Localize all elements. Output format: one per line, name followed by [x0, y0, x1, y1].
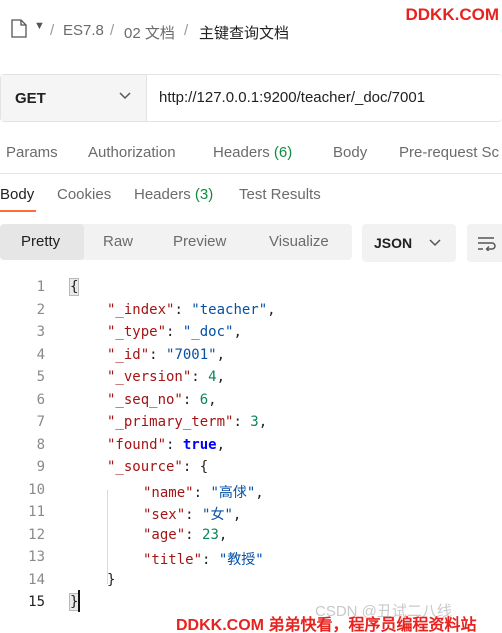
code-line: 8 "found": true,	[36, 436, 226, 453]
line-number: 14	[28, 571, 45, 588]
view-pretty-button[interactable]: Pretty	[21, 233, 60, 250]
line-number: 1	[36, 279, 45, 295]
code-line: 6 "_seq_no": 6,	[36, 391, 217, 408]
tab-body[interactable]: Body	[333, 144, 367, 161]
line-number: 13	[28, 549, 45, 565]
json-string-value: "7001"	[166, 346, 217, 363]
code-line: 12 "age": 23,	[28, 526, 228, 543]
line-number: 15	[28, 594, 45, 610]
line-number: 4	[36, 346, 45, 363]
wrap-lines-button[interactable]	[467, 224, 502, 262]
document-icon[interactable]	[11, 19, 27, 38]
breadcrumb-current-request[interactable]: 主键查询文档	[199, 22, 289, 43]
json-key: "_primary_term"	[107, 414, 234, 430]
json-key: "age"	[143, 526, 186, 543]
response-tab-headers[interactable]: Headers (3)	[134, 186, 213, 203]
json-number-value: 6	[199, 391, 209, 408]
watermark-top: DDKK.COM	[405, 5, 500, 24]
response-tab-body[interactable]: Body	[0, 186, 34, 203]
code-line: 3 "_type": "_doc",	[36, 324, 242, 340]
json-number-value: 23	[202, 526, 219, 543]
json-object-close: }	[107, 571, 116, 588]
code-line: 2 "_index": "teacher",	[36, 301, 276, 318]
url-bar: GET http://127.0.0.1:9200/teacher/_doc/7…	[0, 74, 502, 122]
code-line: 1 {	[0, 276, 502, 298]
tab-headers[interactable]: Headers (6)	[213, 144, 292, 161]
json-key: "found"	[107, 436, 167, 453]
json-open-brace: {	[68, 278, 80, 296]
json-key: "name"	[143, 484, 194, 501]
line-number: 12	[28, 526, 45, 543]
json-string-value: "高俅"	[210, 484, 256, 501]
code-line: 14 }	[0, 569, 502, 591]
watermark-bottom: DDKK.COM 弟弟快看，程序员编程资料站	[176, 617, 477, 633]
json-key: "_source"	[107, 459, 183, 475]
code-line: 13 "title": "教授"	[28, 549, 264, 568]
code-line: 9 "_source": {	[36, 459, 209, 475]
view-raw-button[interactable]: Raw	[103, 233, 133, 250]
response-tab-headers-label: Headers	[134, 186, 191, 203]
json-string-value: "_doc"	[182, 324, 234, 340]
tab-headers-label: Headers	[213, 144, 270, 161]
headers-count-badge: (6)	[273, 144, 293, 161]
line-number: 10	[28, 481, 45, 498]
json-string-value: "teacher"	[191, 301, 268, 318]
line-number: 11	[28, 504, 45, 520]
code-line: 11 "sex": "女",	[28, 504, 242, 523]
divider	[0, 173, 502, 174]
code-line: 7 "_primary_term": 3,	[36, 414, 268, 430]
json-key: "sex"	[143, 507, 186, 523]
line-number: 6	[36, 391, 45, 408]
view-mode-toggle: Pretty Raw Preview Visualize	[0, 224, 352, 260]
view-visualize-button[interactable]: Visualize	[269, 233, 329, 250]
code-line: 4 "_id": "7001",	[36, 346, 226, 363]
response-tab-cookies[interactable]: Cookies	[57, 186, 111, 203]
response-body-code[interactable]: 1 { 2 "_index": "teacher", 3 "_type": "_…	[0, 276, 502, 616]
json-number-value: 4	[208, 369, 217, 385]
tab-params[interactable]: Params	[6, 144, 58, 161]
json-boolean-value: true	[182, 436, 217, 453]
json-key: "_id"	[107, 346, 150, 363]
json-key: "_version"	[107, 369, 192, 385]
wrap-lines-icon	[478, 237, 496, 251]
tab-pre-request-script[interactable]: Pre-request Sc	[399, 144, 499, 161]
json-string-value: "教授"	[218, 552, 264, 568]
breadcrumb-collection[interactable]: ES7.8	[63, 22, 104, 39]
caret-down-icon[interactable]: ▼	[34, 20, 45, 32]
active-tab-indicator	[0, 210, 36, 212]
code-line: 10 "name": "高俅",	[28, 481, 264, 501]
line-number: 2	[36, 301, 45, 318]
json-object-open: {	[199, 459, 209, 475]
format-label: JSON	[374, 235, 413, 251]
chevron-down-icon	[429, 239, 441, 247]
format-select[interactable]: JSON	[362, 224, 456, 262]
request-tabs: Params Authorization Headers (6) Body Pr…	[0, 140, 502, 168]
json-string-value: "女"	[202, 507, 233, 523]
json-key: "_type"	[107, 324, 167, 340]
method-select[interactable]: GET	[1, 75, 147, 121]
breadcrumb-separator: /	[110, 22, 115, 39]
json-key: "_seq_no"	[107, 391, 183, 408]
code-line: 5 "_version": 4,	[36, 369, 226, 385]
method-label: GET	[15, 90, 46, 107]
line-number: 3	[36, 324, 45, 340]
json-key: "_index"	[107, 301, 175, 318]
line-number: 8	[36, 436, 45, 453]
text-cursor	[78, 590, 80, 612]
response-tab-test-results[interactable]: Test Results	[239, 186, 321, 203]
url-input[interactable]: http://127.0.0.1:9200/teacher/_doc/7001	[159, 89, 499, 106]
tab-authorization[interactable]: Authorization	[88, 144, 176, 161]
json-key: "title"	[143, 552, 203, 568]
response-headers-count-badge: (3)	[194, 186, 214, 203]
view-preview-button[interactable]: Preview	[173, 233, 226, 250]
breadcrumb-separator: /	[184, 22, 189, 39]
json-number-value: 3	[250, 414, 259, 430]
breadcrumb-folder[interactable]: 02 文档	[124, 22, 175, 43]
line-number: 7	[36, 414, 45, 430]
line-number: 5	[36, 369, 45, 385]
chevron-down-icon	[119, 92, 131, 100]
line-number: 9	[36, 459, 45, 475]
breadcrumb-separator: /	[50, 22, 55, 39]
